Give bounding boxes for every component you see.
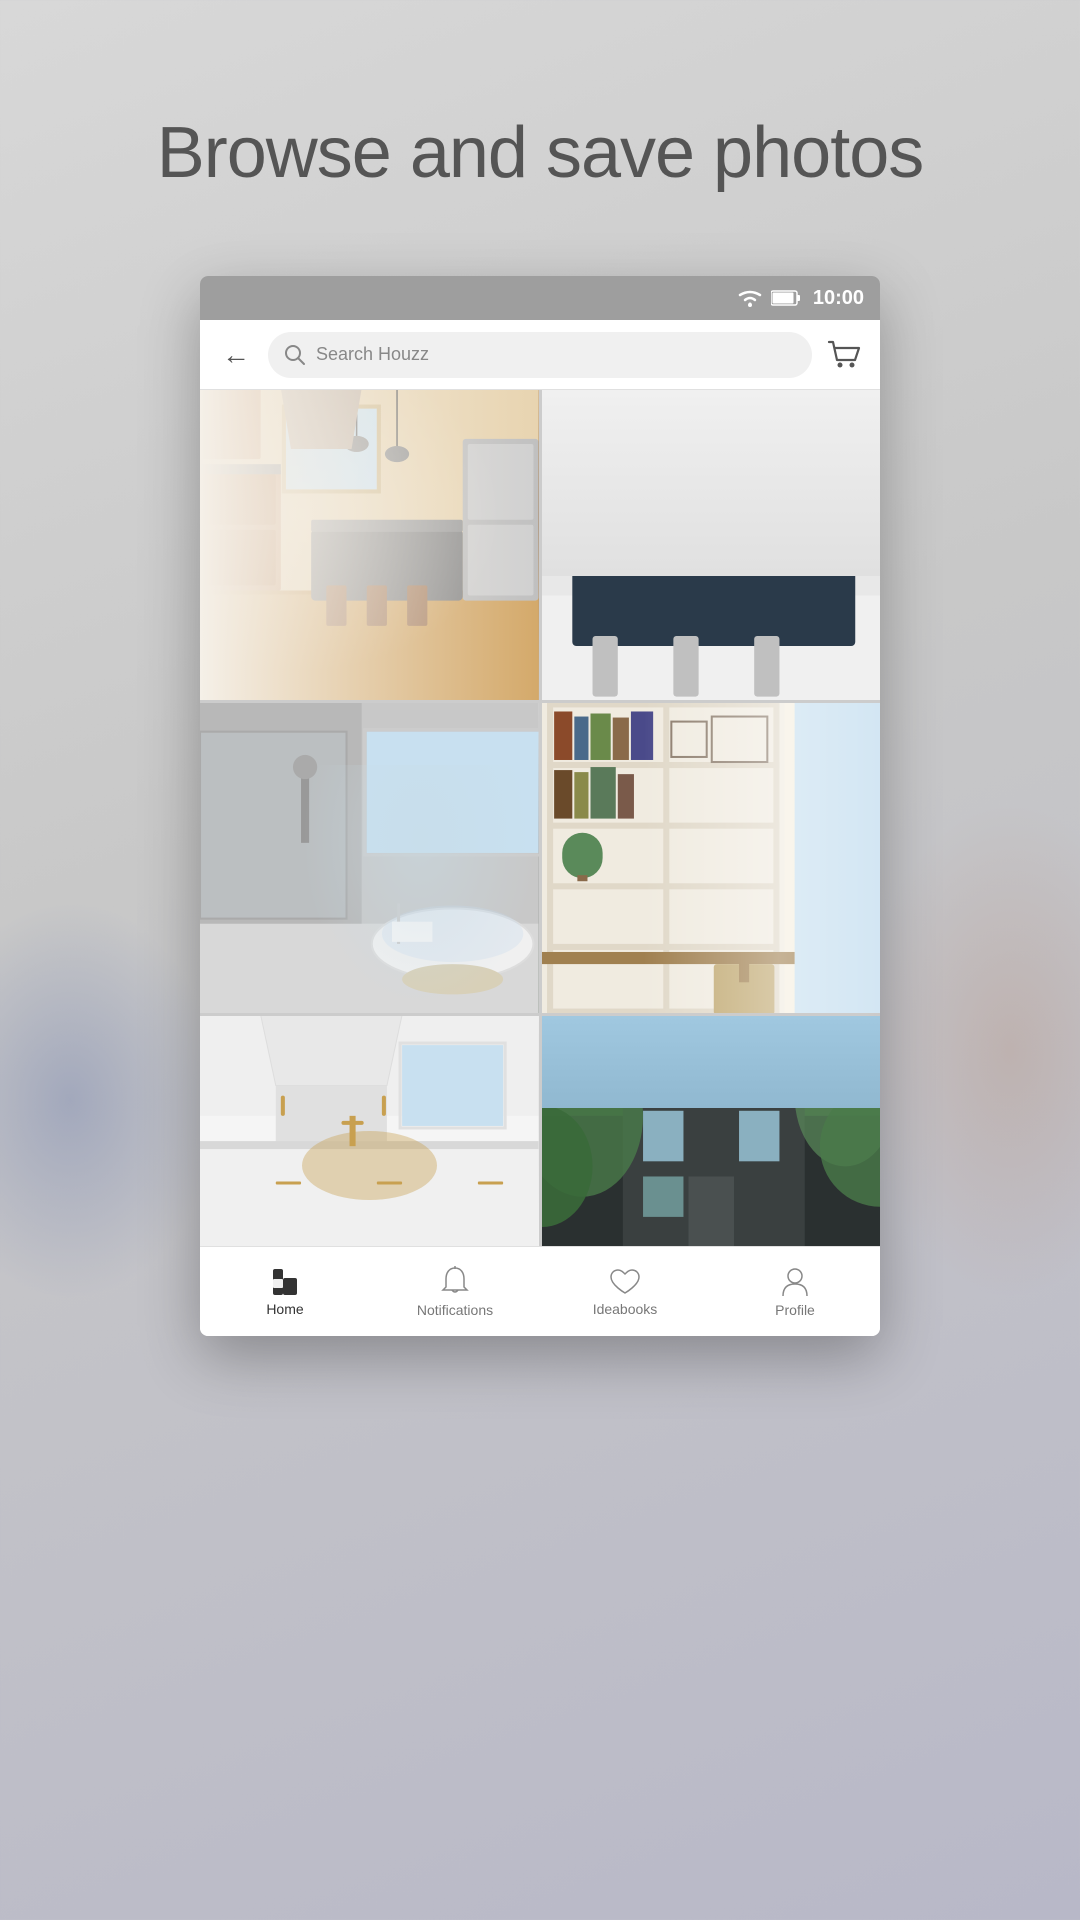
home-icon — [269, 1267, 301, 1297]
photo-kitchen1[interactable] — [200, 390, 539, 700]
photo-white-kitchen[interactable] — [200, 1016, 539, 1246]
background-blob-right — [860, 800, 1080, 1300]
phone-frame: 10:00 ← Search Houzz — [200, 276, 880, 1336]
cart-icon — [827, 340, 861, 370]
search-placeholder: Search Houzz — [316, 344, 429, 365]
back-button[interactable]: ← — [216, 335, 256, 375]
background-blob-left — [0, 900, 220, 1300]
status-bar: 10:00 — [200, 276, 880, 320]
photo-bookshelf[interactable] — [542, 703, 881, 1013]
nav-item-ideabooks[interactable]: Ideabooks — [540, 1259, 710, 1325]
person-icon — [781, 1266, 809, 1298]
nav-item-home[interactable]: Home — [200, 1259, 370, 1325]
bottom-nav: Home Notifications Ideabooks — [200, 1246, 880, 1336]
nav-label-notifications: Notifications — [417, 1302, 493, 1318]
status-time: 10:00 — [813, 287, 864, 310]
nav-item-notifications[interactable]: Notifications — [370, 1258, 540, 1326]
nav-label-profile: Profile — [775, 1302, 815, 1318]
photo-bathroom[interactable] — [200, 703, 539, 1013]
toolbar: ← Search Houzz — [200, 320, 880, 390]
battery-icon — [771, 290, 801, 306]
heart-icon — [609, 1267, 641, 1297]
nav-item-profile[interactable]: Profile — [710, 1258, 880, 1326]
nav-label-home: Home — [266, 1301, 303, 1317]
cart-button[interactable] — [824, 335, 864, 375]
page-title: Browse and save photos — [97, 110, 983, 196]
photo-exterior[interactable] — [542, 1016, 881, 1246]
search-bar[interactable]: Search Houzz — [268, 332, 812, 378]
photo-grid — [200, 390, 880, 1246]
wifi-icon — [737, 288, 763, 308]
search-icon — [284, 344, 306, 366]
nav-label-ideabooks: Ideabooks — [593, 1301, 658, 1317]
bell-icon — [441, 1266, 469, 1298]
photo-kitchen2[interactable] — [542, 390, 881, 700]
back-arrow-icon: ← — [222, 339, 250, 371]
